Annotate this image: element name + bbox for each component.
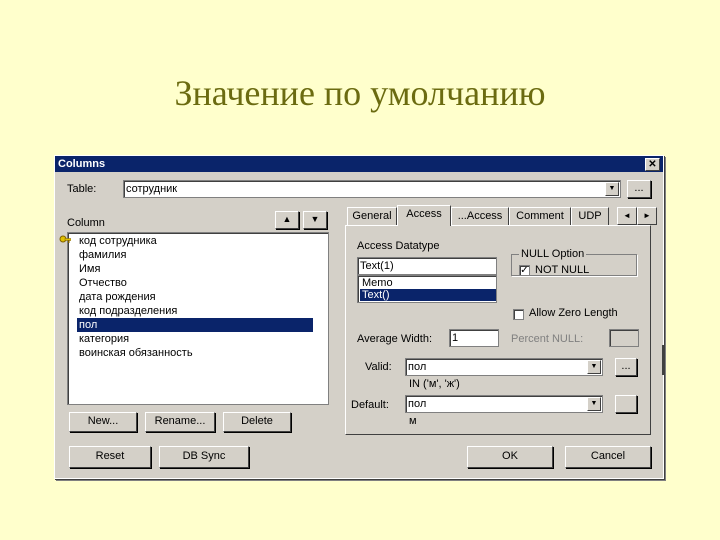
list-item[interactable]: код сотрудника (77, 234, 313, 248)
table-select[interactable]: сотрудник ▼ (123, 180, 621, 198)
not-null-checkbox[interactable]: ✓ (519, 265, 530, 276)
columns-dialog: Columns ✕ Table: сотрудник ▼ ... Column … (54, 155, 664, 479)
datatype-option[interactable]: Memo (360, 277, 496, 289)
list-item[interactable]: Отчество (77, 276, 313, 290)
chevron-down-icon[interactable]: ▼ (587, 360, 601, 374)
tab-udp[interactable]: UDP (571, 207, 609, 225)
average-width-input[interactable]: 1 (449, 329, 499, 347)
list-item-selected[interactable]: пол (77, 318, 313, 332)
valid-expression: IN ('м', 'ж') (409, 378, 460, 390)
chevron-down-icon[interactable]: ▼ (587, 397, 601, 411)
datatype-label: Access Datatype (357, 240, 440, 252)
reset-button[interactable]: Reset (69, 446, 151, 468)
key-icon (59, 235, 71, 243)
valid-select[interactable]: пол ▼ (405, 358, 603, 376)
default-edit-button[interactable] (615, 395, 637, 413)
new-button[interactable]: New... (69, 412, 137, 432)
dialog-titlebar[interactable]: Columns ✕ (55, 156, 663, 172)
tab-general[interactable]: General (347, 207, 397, 225)
valid-select-value: пол (408, 361, 427, 373)
datatype-input[interactable]: Text(1) (357, 257, 497, 275)
dialog-title: Columns (58, 158, 106, 170)
chevron-down-icon[interactable]: ▼ (605, 182, 619, 196)
list-item[interactable]: воинская обязанность (77, 346, 313, 360)
delete-button[interactable]: Delete (223, 412, 291, 432)
not-null-label: NOT NULL (535, 264, 590, 276)
list-item[interactable]: дата рождения (77, 290, 313, 304)
column-label: Column (67, 217, 105, 229)
default-expression: м (409, 415, 417, 427)
ok-button[interactable]: OK (467, 446, 553, 468)
valid-label: Valid: (365, 361, 392, 373)
table-label: Table: (67, 183, 97, 195)
tab-access-2[interactable]: ...Access (451, 207, 509, 225)
default-select[interactable]: пол ▼ (405, 395, 603, 413)
table-browse-button[interactable]: ... (627, 180, 651, 198)
valid-browse-button[interactable]: ... (615, 358, 637, 376)
default-label: Default: (351, 399, 389, 411)
datatype-list[interactable]: Memo Text() (357, 275, 497, 303)
percent-null-input (609, 329, 639, 347)
default-select-value: пол (408, 398, 427, 410)
datatype-option-selected[interactable]: Text() (360, 289, 496, 301)
tab-scroll-left-icon[interactable]: ◄ (617, 207, 637, 225)
move-up-button[interactable]: ▲ (275, 211, 299, 229)
percent-null-label: Percent NULL: (511, 333, 584, 345)
cancel-button[interactable]: Cancel (565, 446, 651, 468)
list-item[interactable]: фамилия (77, 248, 313, 262)
move-down-button[interactable]: ▼ (303, 211, 327, 229)
close-button[interactable]: ✕ (645, 158, 660, 171)
table-select-value: сотрудник (126, 183, 178, 195)
allow-zero-length-label: Allow Zero Length (529, 307, 618, 319)
average-width-label: Average Width: (357, 333, 433, 345)
list-item[interactable]: категория (77, 332, 313, 346)
db-sync-button[interactable]: DB Sync (159, 446, 249, 468)
slide-title: Значение по умолчанию (174, 73, 546, 113)
screen-edge-divider (662, 345, 665, 375)
tab-access[interactable]: Access (397, 205, 451, 226)
null-option-label: NULL Option (519, 248, 587, 260)
rename-button[interactable]: Rename... (145, 412, 215, 432)
tab-comment[interactable]: Comment (509, 207, 571, 225)
list-item[interactable]: код подразделения (77, 304, 313, 318)
tab-scroll-right-icon[interactable]: ► (637, 207, 657, 225)
list-item[interactable]: Имя (77, 262, 313, 276)
allow-zero-length-checkbox[interactable] (513, 309, 524, 320)
